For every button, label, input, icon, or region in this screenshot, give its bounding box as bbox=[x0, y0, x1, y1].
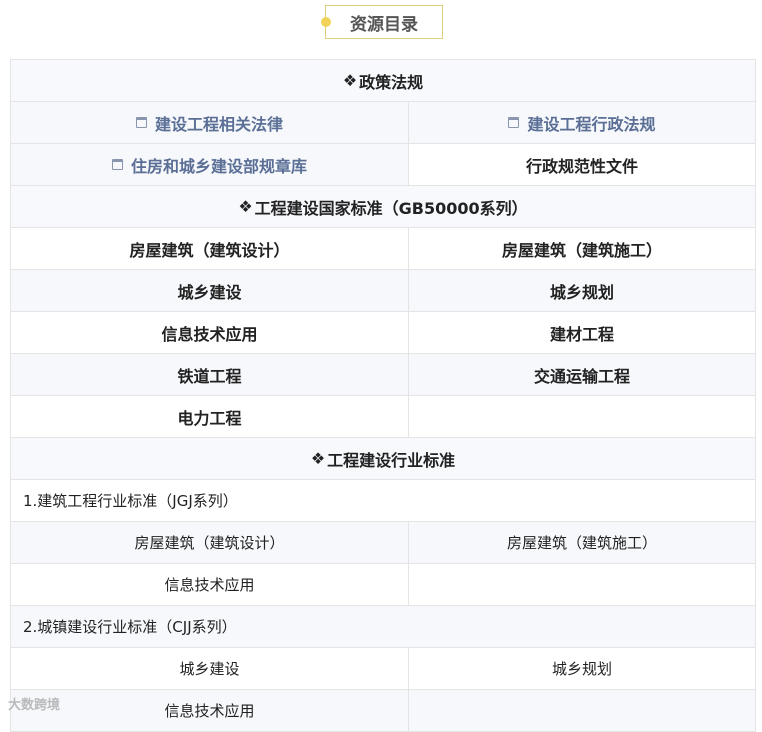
category-cell[interactable]: 城乡建设 bbox=[11, 648, 409, 690]
section-row: ❖ 政策法规 bbox=[11, 60, 756, 102]
table-row: 建设工程相关法律 建设工程行政法规 bbox=[11, 102, 756, 144]
category-cell[interactable]: 城乡规划 bbox=[409, 270, 756, 312]
table-row: 信息技术应用 bbox=[11, 564, 756, 606]
table-row: 信息技术应用 建材工程 bbox=[11, 312, 756, 354]
category-cell[interactable]: 房屋建筑（建筑设计） bbox=[11, 522, 409, 564]
title-text: 资源目录 bbox=[350, 14, 418, 35]
section-row: ❖ 工程建设国家标准（GB50000系列） bbox=[11, 186, 756, 228]
category-cell[interactable]: 信息技术应用 bbox=[11, 564, 409, 606]
category-cell[interactable]: 城乡建设 bbox=[11, 270, 409, 312]
diamond-icon: ❖ bbox=[342, 71, 358, 90]
table-row: 电力工程 bbox=[11, 396, 756, 438]
section-row: ❖ 工程建设行业标准 bbox=[11, 438, 756, 480]
resource-table: ❖ 政策法规 建设工程相关法律 建设工程行政法规 住房和城乡建设部规章库 行政规… bbox=[10, 59, 756, 732]
group-row: 1.建筑工程行业标准（JGJ系列） bbox=[11, 480, 756, 522]
group-label-cjj: 2.城镇建设行业标准（CJJ系列） bbox=[11, 606, 756, 648]
title-area: 资源目录 bbox=[0, 0, 762, 48]
empty-cell bbox=[409, 564, 756, 606]
empty-cell bbox=[409, 690, 756, 732]
category-cell[interactable]: 铁道工程 bbox=[11, 354, 409, 396]
table-row: 房屋建筑（建筑设计） 房屋建筑（建筑施工） bbox=[11, 228, 756, 270]
diamond-icon: ❖ bbox=[238, 197, 253, 216]
category-cell[interactable]: 房屋建筑（建筑施工） bbox=[409, 228, 756, 270]
link-admin-regulations[interactable]: 建设工程行政法规 bbox=[409, 102, 756, 144]
table-row: 房屋建筑（建筑设计） 房屋建筑（建筑施工） bbox=[11, 522, 756, 564]
section-heading-national: ❖ 工程建设国家标准（GB50000系列） bbox=[11, 186, 756, 228]
category-cell[interactable]: 房屋建筑（建筑施工） bbox=[409, 522, 756, 564]
category-cell[interactable]: 城乡规划 bbox=[409, 648, 756, 690]
group-label-jgj: 1.建筑工程行业标准（JGJ系列） bbox=[11, 480, 756, 522]
category-cell[interactable]: 信息技术应用 bbox=[11, 312, 409, 354]
category-cell[interactable]: 建材工程 bbox=[409, 312, 756, 354]
document-icon bbox=[508, 117, 520, 128]
group-row: 2.城镇建设行业标准（CJJ系列） bbox=[11, 606, 756, 648]
table-row: 信息技术应用 bbox=[11, 690, 756, 732]
table-row: 住房和城乡建设部规章库 行政规范性文件 bbox=[11, 144, 756, 186]
document-icon bbox=[111, 159, 123, 170]
table-row: 城乡建设 城乡规划 bbox=[11, 648, 756, 690]
diamond-icon: ❖ bbox=[310, 449, 326, 468]
resource-directory-title: 资源目录 bbox=[321, 5, 443, 39]
category-cell[interactable]: 信息技术应用 bbox=[11, 690, 409, 732]
document-icon bbox=[135, 117, 147, 128]
empty-cell bbox=[409, 396, 756, 438]
link-construction-law[interactable]: 建设工程相关法律 bbox=[11, 102, 409, 144]
table-row: 城乡建设 城乡规划 bbox=[11, 270, 756, 312]
section-heading-policy: ❖ 政策法规 bbox=[11, 60, 756, 102]
category-cell[interactable]: 电力工程 bbox=[11, 396, 409, 438]
normative-documents: 行政规范性文件 bbox=[409, 144, 756, 186]
link-ministry-rules[interactable]: 住房和城乡建设部规章库 bbox=[11, 144, 409, 186]
section-heading-industry: ❖ 工程建设行业标准 bbox=[11, 438, 756, 480]
watermark: 大数跨境 bbox=[8, 698, 61, 713]
category-cell[interactable]: 交通运输工程 bbox=[409, 354, 756, 396]
table-row: 铁道工程 交通运输工程 bbox=[11, 354, 756, 396]
title-dot-icon bbox=[321, 17, 331, 27]
category-cell[interactable]: 房屋建筑（建筑设计） bbox=[11, 228, 409, 270]
